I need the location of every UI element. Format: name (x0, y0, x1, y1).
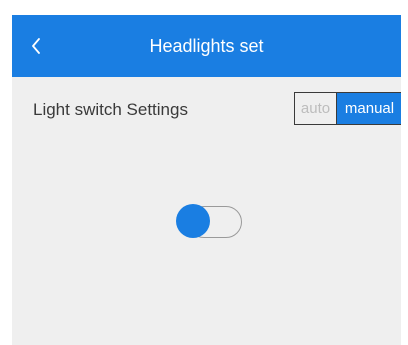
page-title: Headlights set (149, 36, 264, 56)
light-switch-settings-label: Light switch Settings (33, 100, 188, 119)
manual-option[interactable]: manual (337, 93, 401, 124)
header-bar: Headlights set (12, 15, 401, 77)
headlight-toggle-switch[interactable] (176, 204, 244, 240)
auto-option[interactable]: auto (295, 93, 337, 124)
mode-segmented-control: auto manual (294, 92, 401, 125)
toggle-knob (176, 204, 210, 238)
screen: Headlights set Light switch Settings aut… (12, 15, 401, 345)
